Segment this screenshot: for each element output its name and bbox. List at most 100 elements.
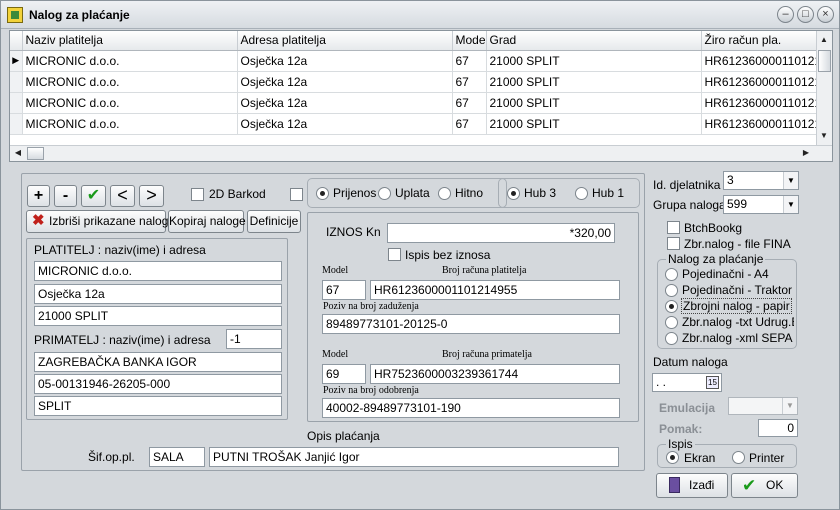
previous-button[interactable]: < — [110, 185, 135, 207]
exit-button[interactable]: Izađi — [656, 473, 728, 498]
hub3-radio[interactable] — [507, 187, 520, 200]
option-radio[interactable] — [665, 316, 678, 329]
table-cell[interactable]: MICRONIC d.o.o. — [22, 113, 238, 135]
orders-grid[interactable]: Naziv platitelja Adresa platitelja Model… — [9, 30, 833, 162]
option-radio[interactable] — [665, 332, 678, 345]
recipient-account-field[interactable]: HR7523600003239361744 — [370, 364, 620, 384]
table-cell[interactable]: 21000 SPLIT — [486, 92, 702, 114]
fina-file-checkbox[interactable] — [667, 237, 680, 250]
payer-city-field[interactable]: 21000 SPLIT — [34, 306, 282, 326]
option-radio-selected[interactable] — [665, 300, 678, 313]
table-cell[interactable]: Osječka 12a — [237, 71, 453, 93]
vertical-scrollbar[interactable]: ▲ ▼ — [816, 31, 832, 145]
table-cell[interactable]: HR6123600001101214955 — [701, 71, 819, 93]
payer-ref-field[interactable]: 89489773101-20125-0 — [322, 314, 620, 334]
payment-code-field[interactable]: SALA — [149, 447, 205, 467]
screen-radio[interactable] — [666, 451, 679, 464]
recipient-name-field[interactable]: ZAGREBAČKA BANKA IGOR — [34, 352, 282, 372]
barkod-checkbox[interactable] — [191, 188, 204, 201]
screen-label: Ekran — [684, 451, 716, 465]
column-header[interactable]: Adresa platitelja — [237, 31, 453, 51]
table-row[interactable]: MICRONIC d.o.o. Osječka 12a 67 21000 SPL… — [10, 92, 819, 114]
chevron-down-icon[interactable]: ▼ — [783, 196, 798, 213]
copy-orders-button[interactable]: Kopiraj naloge — [168, 210, 246, 233]
print-without-amount-label: Ispis bez iznosa — [405, 248, 491, 262]
payer-name-field[interactable]: MICRONIC d.o.o. — [34, 261, 282, 281]
scroll-right-icon[interactable]: ▶ — [799, 146, 813, 160]
payer-model-field[interactable]: 67 — [322, 280, 366, 300]
calendar-icon[interactable]: 15 — [706, 376, 719, 389]
scroll-up-icon[interactable]: ▲ — [817, 33, 831, 47]
recipient-city-field[interactable]: SPLIT — [34, 396, 282, 416]
order-date-field[interactable]: . . 15 — [652, 373, 722, 392]
table-cell[interactable]: MICRONIC d.o.o. — [22, 71, 238, 93]
payer-account-field[interactable]: HR6123600001101214955 — [370, 280, 620, 300]
table-cell[interactable]: 67 — [452, 71, 487, 93]
next-button[interactable]: > — [139, 185, 164, 207]
prijenos-radio[interactable] — [316, 187, 329, 200]
print-target-group: Ispis Ekran Printer — [657, 437, 797, 468]
horizontal-scrollbar[interactable]: ◀ ▶ — [10, 145, 832, 161]
maximize-button[interactable]: □ — [797, 6, 814, 23]
column-header[interactable]: Grad — [486, 31, 702, 51]
table-cell[interactable]: HR6123600001101214955 — [701, 113, 819, 135]
hub1-radio[interactable] — [575, 187, 588, 200]
table-cell[interactable]: 21000 SPLIT — [486, 71, 702, 93]
table-cell[interactable]: MICRONIC d.o.o. — [22, 92, 238, 114]
chevron-down-icon[interactable]: ▼ — [782, 398, 797, 414]
table-cell[interactable]: Osječka 12a — [237, 113, 453, 135]
employee-id-combo[interactable]: 3 ▼ — [723, 171, 799, 190]
recipient-model-field[interactable]: 69 — [322, 364, 366, 384]
amount-field[interactable]: *320,00 — [387, 223, 615, 243]
recipient-address-field[interactable]: 05-00131946-26205-000 — [34, 374, 282, 394]
table-row[interactable]: MICRONIC d.o.o. Osječka 12a 67 21000 SPL… — [10, 71, 819, 93]
add-button[interactable]: + — [27, 185, 50, 207]
recipient-account-label: Broj računa primatelja — [442, 349, 532, 360]
scroll-left-icon[interactable]: ◀ — [11, 146, 25, 160]
table-cell[interactable]: Osječka 12a — [237, 92, 453, 114]
table-cell[interactable]: Osječka 12a — [237, 50, 453, 72]
order-group-label: Grupa naloga — [653, 198, 726, 212]
option-radio[interactable] — [665, 268, 678, 281]
horizontal-scroll-thumb[interactable] — [27, 147, 44, 160]
delete-shown-button[interactable]: ✖ Izbriši prikazane naloge — [26, 210, 175, 233]
btchbookg-checkbox[interactable] — [667, 221, 680, 234]
hitno-radio[interactable] — [438, 187, 451, 200]
offset-field[interactable]: 0 — [758, 419, 798, 437]
amount-label: IZNOS Kn — [326, 225, 381, 239]
table-cell[interactable]: 67 — [452, 50, 487, 72]
emulation-combo[interactable]: ▼ — [728, 397, 798, 415]
table-cell[interactable]: HR6123600001101214955 — [701, 50, 819, 72]
option-radio[interactable] — [665, 284, 678, 297]
table-row[interactable]: ▶ MICRONIC d.o.o. Osječka 12a 67 21000 S… — [10, 50, 819, 72]
recipient-code-field[interactable]: -1 — [226, 329, 282, 349]
table-cell[interactable]: MICRONIC d.o.o. — [22, 50, 238, 72]
print-without-amount-checkbox[interactable] — [388, 248, 401, 261]
payer-address-field[interactable]: Osječka 12a — [34, 284, 282, 304]
table-cell[interactable]: 67 — [452, 113, 487, 135]
minimize-button[interactable]: – — [777, 6, 794, 23]
printer-radio[interactable] — [732, 451, 745, 464]
unlabeled-checkbox[interactable] — [290, 188, 303, 201]
recipient-ref-field[interactable]: 40002-89489773101-190 — [322, 398, 620, 418]
description-field[interactable]: PUTNI TROŠAK Janjić Igor — [209, 447, 619, 467]
vertical-scroll-thumb[interactable] — [818, 50, 831, 72]
definitions-button[interactable]: Definicije — [247, 210, 301, 233]
order-group-combo[interactable]: 599 ▼ — [723, 195, 799, 214]
hub-group: Hub 3 Hub 1 — [498, 178, 640, 208]
table-row[interactable]: MICRONIC d.o.o. Osječka 12a 67 21000 SPL… — [10, 113, 819, 135]
scroll-down-icon[interactable]: ▼ — [817, 129, 831, 143]
confirm-check-icon[interactable]: ✔ — [81, 185, 106, 207]
column-header[interactable]: Naziv platitelja — [22, 31, 238, 51]
remove-button[interactable]: - — [54, 185, 77, 207]
column-header[interactable]: Žiro račun pla. — [701, 31, 819, 51]
column-header[interactable]: Model — [452, 31, 487, 51]
table-cell[interactable]: 67 — [452, 92, 487, 114]
uplata-radio[interactable] — [378, 187, 391, 200]
table-cell[interactable]: HR6123600001101214955 — [701, 92, 819, 114]
table-cell[interactable]: 21000 SPLIT — [486, 113, 702, 135]
table-cell[interactable]: 21000 SPLIT — [486, 50, 702, 72]
chevron-down-icon[interactable]: ▼ — [783, 172, 798, 189]
ok-button[interactable]: ✔ OK — [731, 473, 798, 498]
close-button[interactable]: × — [817, 6, 834, 23]
